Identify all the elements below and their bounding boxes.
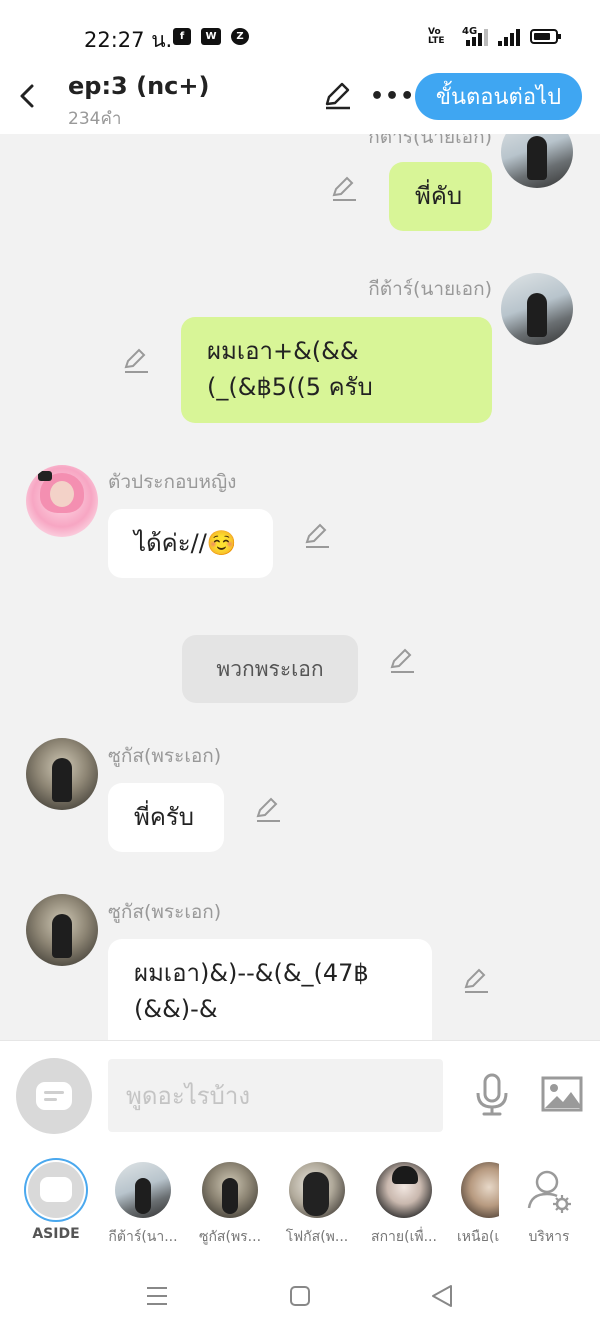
message-bubble[interactable]: ได้ค่ะ//☺️ [108,509,273,578]
message-composer [0,1040,600,1151]
avatar-guitar[interactable] [501,134,573,188]
edit-message-icon[interactable] [330,174,358,202]
message-sender-name: ซูกัส(พระเอก) [108,901,222,923]
avatar-nuea [461,1162,499,1218]
avatar-sugas[interactable] [26,894,98,966]
microphone-icon[interactable] [474,1073,510,1117]
message-bubble[interactable]: ผมเอา)&)--&(&_(47฿ (&&)-& [108,939,432,1040]
character-focus[interactable]: โฟกัส(พ... [277,1162,357,1248]
chat-area[interactable]: กีต้าร์(นายเอก) พี่คับ กีต้าร์(นายเอก) ผ… [0,134,600,1040]
message-bubble[interactable]: พี่คับ [389,162,492,231]
character-label: ซูกัส(พร... [198,1229,262,1245]
message-bubble[interactable]: ผมเอา+&(&&(_(&฿5((5 ครับ [181,317,492,423]
message-sender-name: ตัวประกอบหญิง [108,471,237,493]
edit-message-icon[interactable] [303,521,331,549]
editor-header: ep:3 (nc+) 234คำ ••• ขั้นตอนต่อไป [0,70,600,134]
character-label: สกาย(เพื่... [371,1229,437,1245]
character-sugas[interactable]: ซูกัส(พร... [190,1162,270,1248]
avatar-sugas [202,1162,258,1218]
character-sky[interactable]: สกาย(เพื่... [364,1162,444,1248]
message-bubble[interactable]: พี่ครับ [108,783,224,852]
back-arrow-icon[interactable] [14,82,42,110]
image-upload-icon[interactable] [541,1076,583,1112]
avatar-focus [289,1162,345,1218]
character-nuea[interactable]: เหนือ(เ [451,1162,499,1248]
signal-icon-sim1 [462,28,488,46]
message-sender-name: กีต้าร์(นายเอก) [368,278,492,300]
narration-bubble[interactable]: พวกพระเอก [182,635,358,703]
edit-message-icon[interactable] [254,795,282,823]
back-triangle-icon[interactable] [422,1280,462,1312]
avatar-female-extra[interactable] [26,465,98,537]
character-guitar[interactable]: กีต้าร์(นา... [103,1162,183,1248]
character-selector: ASIDE กีต้าร์(นา... ซูกัส(พร... โฟกัส(พ.… [0,1150,600,1260]
avatar-sugas[interactable] [26,738,98,810]
edit-message-icon[interactable] [462,966,490,994]
edit-message-icon[interactable] [388,646,416,674]
more-options-icon[interactable]: ••• [370,84,415,109]
avatar-sky [376,1162,432,1218]
chat-bubble-icon [40,1177,72,1202]
character-label: บริหาร [528,1229,570,1245]
manage-user-icon [527,1170,571,1213]
message-sender-name: กีต้าร์(นายเอก) [368,134,492,148]
character-aside[interactable]: ASIDE [16,1162,96,1242]
character-label: เหนือ(เ [457,1229,499,1245]
volte-indicator: Vo LTE [428,27,445,46]
avatar-guitar[interactable] [501,273,573,345]
webtoon-icon: W [201,28,221,45]
character-label: โฟกัส(พ... [285,1229,349,1245]
chat-bubble-icon [36,1082,72,1110]
battery-icon [530,29,561,44]
edit-message-icon[interactable] [122,346,150,374]
word-count: 234คำ [68,109,122,129]
next-step-button[interactable]: ขั้นตอนต่อไป [415,73,582,120]
status-time: 22:27 น. [84,28,173,52]
facebook-icon: f [173,28,191,45]
episode-title[interactable]: ep:3 (nc+) [68,72,209,100]
aside-narration-button[interactable] [16,1058,92,1134]
message-sender-name: ซูกัส(พระเอก) [108,745,222,767]
character-label: ASIDE [32,1226,80,1242]
message-input[interactable] [108,1059,443,1132]
signal-icon-sim2 [496,28,522,46]
avatar-guitar [115,1162,171,1218]
status-bar: 22:27 น. f W Z Vo LTE 4G [0,0,600,70]
manage-characters-button[interactable]: บริหาร [509,1162,589,1248]
edit-title-icon[interactable] [322,80,352,110]
z-app-icon: Z [231,28,249,45]
menu-icon[interactable] [137,1280,177,1312]
home-square-icon[interactable] [280,1280,320,1312]
system-nav-bar [0,1260,600,1333]
character-label: กีต้าร์(นา... [108,1229,178,1245]
aside-avatar [28,1162,84,1218]
